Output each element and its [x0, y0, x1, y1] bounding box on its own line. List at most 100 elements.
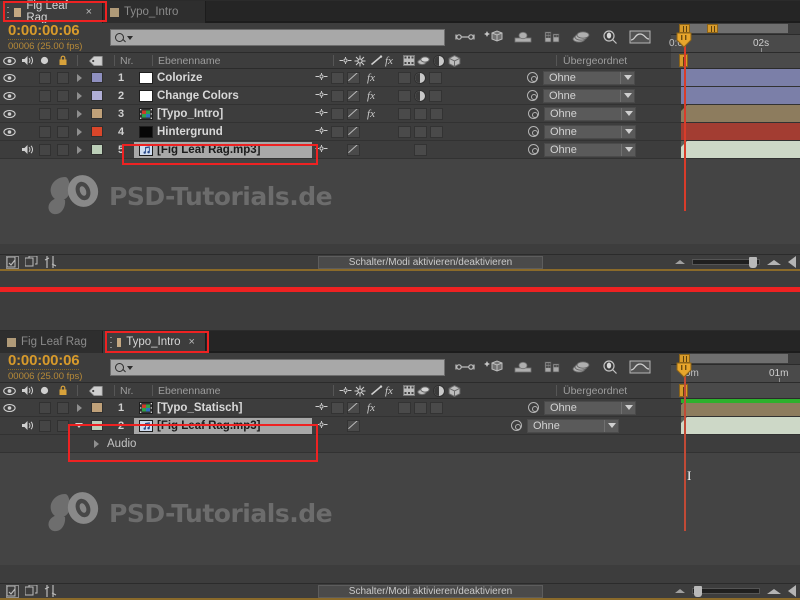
layer-twirl-icon[interactable] [72, 91, 86, 100]
composition-flowchart-icon[interactable] [6, 584, 19, 598]
hide-shy-layers-icon[interactable] [513, 359, 533, 377]
layer-twirl-icon[interactable] [72, 145, 86, 154]
col-label-icon[interactable] [83, 53, 109, 69]
layer-lock-toggle[interactable] [54, 125, 72, 138]
three-d-toggle[interactable] [429, 89, 442, 102]
pickwhip-icon[interactable] [528, 126, 539, 137]
parent-cell[interactable]: Ohne [528, 142, 636, 157]
time-indicator-track-top[interactable] [671, 53, 800, 69]
layer-name-cell[interactable]: [Typo_Statisch] [134, 400, 309, 416]
current-time-marker-bottom[interactable] [676, 351, 692, 378]
layer-duration-bar[interactable] [681, 69, 800, 86]
layer-solo-toggle[interactable] [36, 107, 54, 120]
frame-blend-toggle[interactable] [398, 125, 411, 138]
layer-twirl-icon[interactable] [72, 127, 86, 136]
layer-twirl-icon[interactable] [72, 109, 86, 118]
quality-toggle[interactable] [347, 71, 360, 84]
layer-bar-row[interactable] [671, 123, 800, 141]
col-layername-header[interactable]: Ebenenname [158, 53, 333, 69]
frame-blending-icon[interactable] [542, 29, 562, 47]
layer-name-cell[interactable]: [Fig Leaf Rag.mp3] [134, 141, 312, 158]
shy-toggle[interactable] [331, 107, 344, 120]
layer-bar-row[interactable] [671, 105, 800, 123]
motion-blur-toggle[interactable] [414, 143, 427, 156]
layer-solo-toggle[interactable] [36, 401, 54, 414]
current-time-marker-top[interactable] [676, 21, 692, 48]
parent-select[interactable]: Ohne [543, 70, 635, 85]
quality-toggle[interactable] [347, 125, 360, 138]
parent-select[interactable]: Ohne [544, 124, 636, 139]
layer-switches[interactable]: fx [315, 105, 443, 123]
layer-duration-bar[interactable] [681, 87, 800, 104]
layer-bar-row[interactable] [671, 69, 800, 87]
layer-duration-bar[interactable] [681, 141, 800, 158]
layer-lock-toggle[interactable] [54, 89, 72, 102]
layer-solo-toggle[interactable] [36, 143, 54, 156]
frame-blend-toggle[interactable] [398, 89, 411, 102]
col-audio-icon[interactable] [18, 383, 36, 399]
composition-flowchart-icon[interactable] [6, 255, 19, 269]
col-number-header[interactable]: Nr. [120, 383, 147, 399]
layer-lock-toggle[interactable] [54, 401, 72, 414]
adjustment-toggle[interactable] [414, 89, 426, 102]
close-icon[interactable]: × [189, 336, 195, 348]
col-video-icon[interactable] [0, 53, 18, 69]
brainstorm-icon[interactable] [600, 29, 620, 47]
layer-duration-bar[interactable] [681, 123, 800, 140]
switch-modes-button[interactable]: Schalter/Modi aktivieren/deaktivieren [318, 255, 543, 269]
layer-twirl-icon[interactable] [72, 403, 86, 412]
parent-select[interactable]: Ohne [544, 142, 636, 157]
zoom-out-icon[interactable] [675, 260, 685, 264]
col-solo-icon[interactable] [36, 53, 53, 69]
layer-bar-row[interactable] [671, 141, 800, 159]
frame-blend-toggle[interactable] [398, 71, 411, 84]
layer-name-cell[interactable]: Hintergrund [134, 124, 309, 140]
layer-label-color[interactable] [86, 72, 108, 83]
quality-toggle[interactable] [347, 107, 360, 120]
layer-switches[interactable]: fx [315, 87, 442, 105]
layer-solo-toggle[interactable] [36, 71, 54, 84]
layer-switches[interactable] [315, 123, 443, 141]
col-lock-icon[interactable] [53, 53, 72, 69]
layer-lock-toggle[interactable] [54, 71, 72, 84]
graph-editor-icon[interactable] [629, 29, 651, 47]
draft-3d-icon[interactable] [484, 359, 504, 377]
layer-name-cell[interactable]: Change Colors [134, 88, 309, 104]
three-d-toggle[interactable] [430, 401, 443, 414]
pickwhip-icon[interactable] [511, 420, 522, 431]
composition-mini-flowchart-icon[interactable] [455, 359, 475, 377]
layer-switches[interactable] [315, 417, 360, 435]
layer-name-cell[interactable]: [Typo_Intro] [134, 106, 309, 122]
graph-editor-icon[interactable] [629, 359, 651, 377]
parent-select[interactable]: Ohne [527, 418, 619, 433]
layer-audio-toggle[interactable] [18, 144, 36, 155]
motion-blur-icon[interactable] [571, 359, 591, 377]
zoom-slider[interactable] [692, 586, 760, 597]
tab-typo-intro-bottom[interactable]: Typo_Intro × [103, 331, 206, 353]
col-label-icon[interactable] [83, 383, 109, 399]
work-area[interactable] [681, 354, 788, 363]
layer-audio-toggle[interactable] [18, 420, 36, 431]
parent-select[interactable]: Ohne [544, 400, 636, 415]
pickwhip-icon[interactable] [527, 90, 538, 101]
collapse-arrow-icon[interactable] [788, 585, 796, 597]
pickwhip-icon[interactable] [528, 108, 539, 119]
parent-cell[interactable]: Ohne [527, 70, 635, 85]
chevron-down-icon[interactable] [127, 365, 133, 370]
current-time[interactable]: 0:00:00:06 [8, 23, 80, 41]
adjustment-toggle[interactable] [414, 71, 426, 84]
toggle-transparency-icon[interactable] [24, 584, 38, 598]
layer-lock-toggle[interactable] [54, 143, 72, 156]
fx-toggle[interactable]: fx [363, 72, 379, 84]
property-bar-row[interactable] [671, 435, 800, 453]
three-d-toggle[interactable] [430, 125, 443, 138]
layer-twirl-icon[interactable] [72, 423, 86, 428]
timecode-display-top[interactable]: 0:00:00:06 00006 (25.00 fps) [0, 23, 106, 52]
three-d-toggle[interactable] [429, 71, 442, 84]
collapse-arrow-icon[interactable] [788, 256, 796, 268]
layer-bar-row[interactable] [671, 417, 800, 435]
quality-toggle[interactable] [347, 419, 360, 432]
layer-switches[interactable]: fx [315, 69, 442, 87]
layer-label-color[interactable] [86, 90, 108, 101]
layer-label-color[interactable] [86, 126, 108, 137]
